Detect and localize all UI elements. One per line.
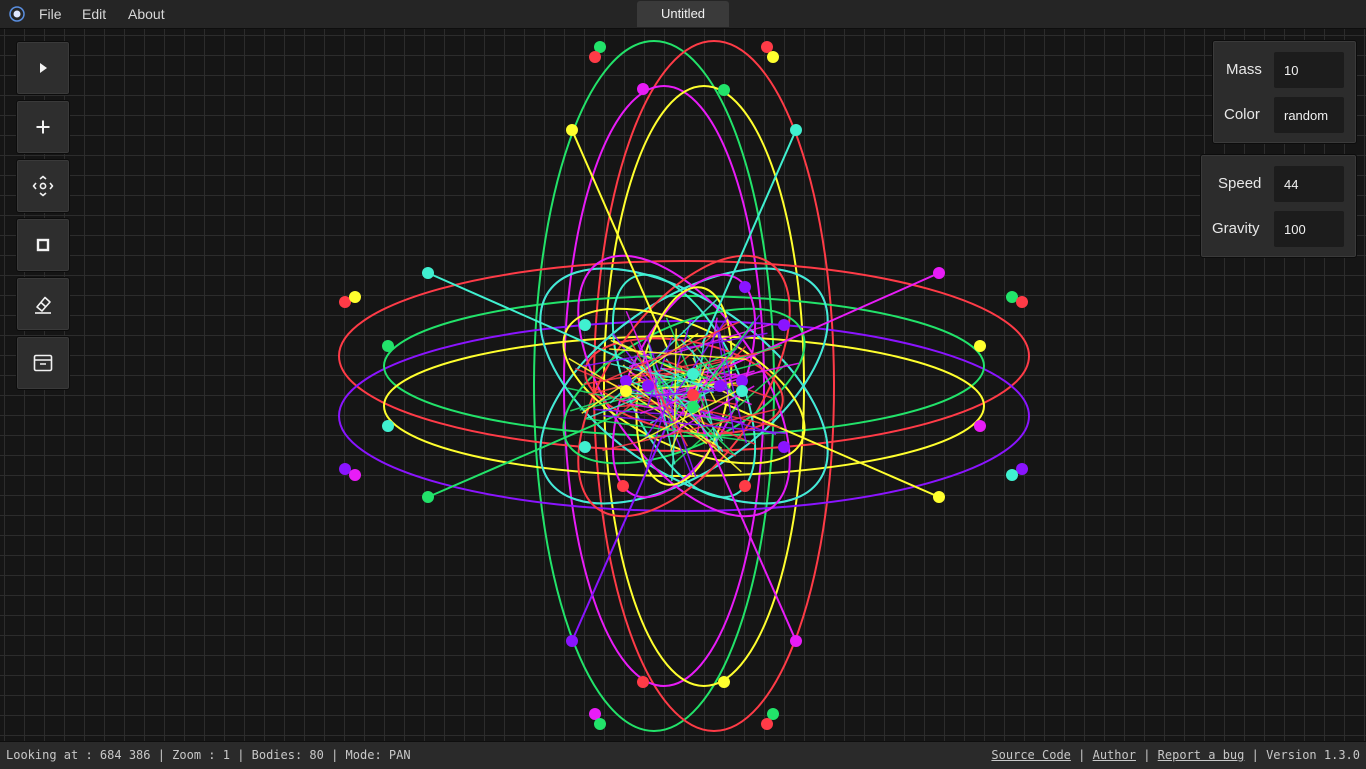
body-dot — [422, 267, 434, 279]
speed-label: Speed — [1218, 175, 1262, 192]
report-bug-link[interactable]: Report a bug — [1158, 748, 1245, 762]
stop-button[interactable] — [16, 218, 70, 272]
body-dot — [1006, 469, 1018, 481]
body-dot — [739, 281, 751, 293]
body-dot — [974, 340, 986, 352]
source-code-link[interactable]: Source Code — [991, 748, 1070, 762]
menu-about[interactable]: About — [128, 0, 165, 28]
body-dot — [1016, 296, 1028, 308]
menu-file[interactable]: File — [39, 0, 62, 28]
body-dot — [637, 83, 649, 95]
menubar: File Edit About Untitled — [0, 0, 1366, 29]
eraser-icon — [35, 296, 51, 314]
orbit-drawing — [338, 40, 1030, 732]
eraser-button[interactable] — [16, 277, 70, 331]
body-dot — [933, 491, 945, 503]
stop-icon — [36, 238, 50, 252]
play-icon — [40, 63, 47, 73]
body-dot — [422, 491, 434, 503]
body-trail — [571, 129, 669, 349]
archive-icon — [33, 354, 53, 372]
status-links: Source Code | Author | Report a bug | Ve… — [991, 748, 1360, 762]
body-dot — [566, 124, 578, 136]
body-dot — [349, 291, 361, 303]
body-dot — [933, 267, 945, 279]
color-label: Color — [1224, 106, 1260, 123]
body-dot — [1016, 463, 1028, 475]
simulation-settings-panel: Speed Gravity — [1200, 154, 1357, 258]
status-bar: Looking at : 684 386 | Zoom : 1 | Bodies… — [0, 741, 1366, 769]
move-icon — [32, 175, 54, 197]
body-dot — [566, 635, 578, 647]
body-dot — [718, 84, 730, 96]
body-dot — [579, 441, 591, 453]
body-dot — [767, 708, 779, 720]
author-link[interactable]: Author — [1093, 748, 1136, 762]
mass-label: Mass — [1226, 61, 1262, 78]
body-dot — [637, 676, 649, 688]
body-dot — [349, 469, 361, 481]
body-dot — [714, 380, 726, 392]
body-dot — [718, 676, 730, 688]
body-dot — [790, 635, 802, 647]
orbit-path — [338, 260, 1030, 452]
body-dot — [339, 463, 351, 475]
body-dot — [790, 124, 802, 136]
body-dot — [687, 368, 699, 380]
body-dot — [974, 420, 986, 432]
body-dot — [642, 380, 654, 392]
add-body-button[interactable] — [16, 100, 70, 154]
body-dot — [778, 441, 790, 453]
body-dot — [579, 319, 591, 331]
body-dot — [617, 480, 629, 492]
body-trail — [571, 423, 669, 642]
body-dot — [778, 319, 790, 331]
body-properties-panel: Mass Color — [1212, 40, 1357, 144]
body-dot — [687, 389, 699, 401]
speed-input[interactable] — [1274, 166, 1344, 202]
move-button[interactable] — [16, 159, 70, 213]
plus-icon — [36, 120, 50, 134]
body-dot — [620, 385, 632, 397]
body-dot — [687, 401, 699, 413]
archive-button[interactable] — [16, 336, 70, 390]
body-dot — [589, 51, 601, 63]
body-dot — [594, 718, 606, 730]
gravity-input[interactable] — [1274, 211, 1344, 247]
gravity-label: Gravity — [1212, 220, 1260, 237]
body-dot — [739, 480, 751, 492]
simulation-canvas[interactable] — [0, 29, 1366, 741]
version-text: Version 1.3.0 — [1266, 748, 1360, 762]
body-trail — [699, 423, 797, 642]
body-dot — [736, 385, 748, 397]
body-dot — [382, 340, 394, 352]
document-tab[interactable]: Untitled — [637, 1, 729, 27]
color-input[interactable] — [1274, 97, 1344, 133]
body-dot — [761, 41, 773, 53]
play-button[interactable] — [16, 41, 70, 95]
menu-edit[interactable]: Edit — [82, 0, 106, 28]
app-logo-icon — [9, 6, 25, 22]
body-dot — [382, 420, 394, 432]
mass-input[interactable] — [1274, 52, 1344, 88]
body-dot — [767, 51, 779, 63]
status-info: Looking at : 684 386 | Zoom : 1 | Bodies… — [6, 748, 411, 762]
body-trail — [699, 129, 797, 349]
body-dot — [761, 718, 773, 730]
